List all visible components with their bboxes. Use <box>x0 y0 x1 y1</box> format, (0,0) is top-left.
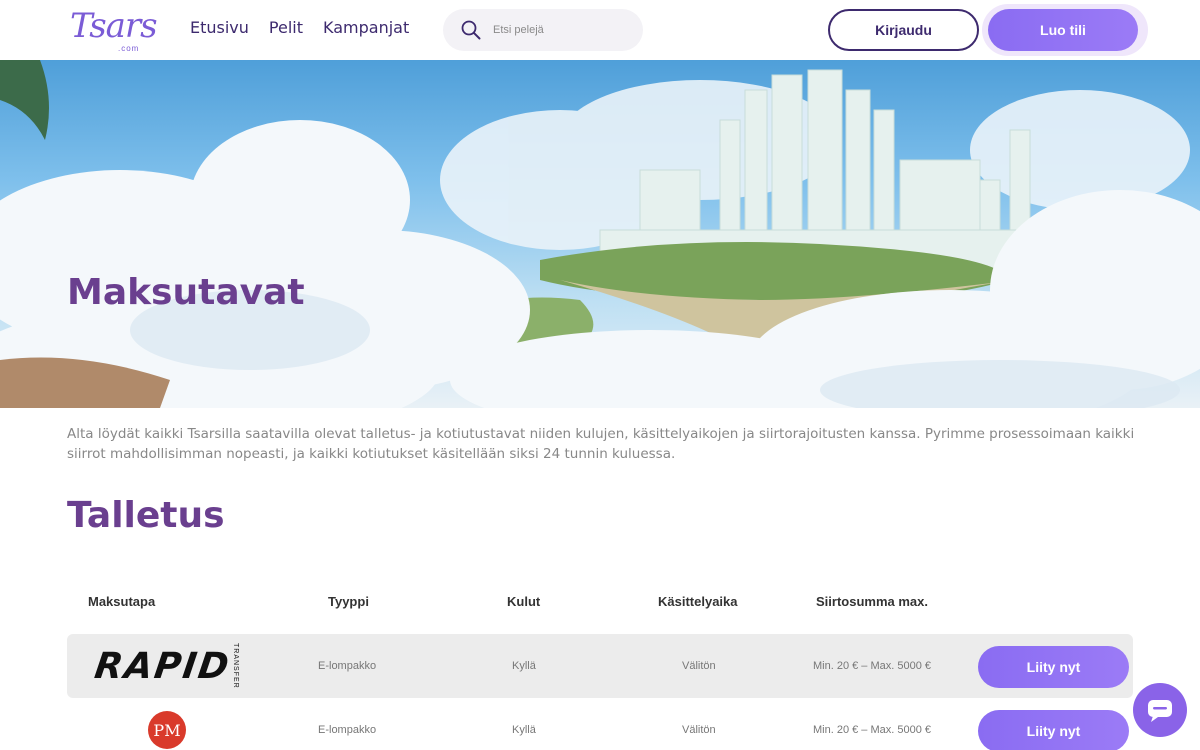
cell-type: E-lompakko <box>318 724 377 736</box>
hero-illustration <box>0 60 1200 408</box>
table-row: PM E-lompakko Kyllä Välitön Min. 20 € – … <box>67 698 1133 750</box>
cell-limits: Min. 20 € – Max. 5000 € <box>813 660 932 672</box>
cell-processing-time: Välitön <box>682 724 716 736</box>
hero-banner: Maksutavat <box>0 60 1200 408</box>
cell-type: E-lompakko <box>318 660 377 672</box>
deposit-section-title: Talletus <box>67 495 225 536</box>
column-header-type: Tyyppi <box>328 594 369 609</box>
search-icon <box>461 20 481 40</box>
rapid-logo-sub: TRANSFER <box>232 643 240 689</box>
cell-processing-time: Välitön <box>682 660 716 672</box>
chat-button[interactable] <box>1133 683 1187 737</box>
search-input[interactable] <box>493 19 633 41</box>
rapid-transfer-logo: RAPID TRANSFER <box>67 634 267 698</box>
nav-item-pelit[interactable]: Pelit <box>269 18 303 37</box>
nav-item-etusivu[interactable]: Etusivu <box>190 18 249 37</box>
deposit-table-header: Maksutapa Tyyppi Kulut Käsittelyaika Sii… <box>67 594 1133 614</box>
page-title: Maksutavat <box>67 272 305 313</box>
rapid-logo-text: RAPID <box>91 645 234 687</box>
register-button[interactable]: Luo tili <box>988 9 1138 51</box>
register-button-halo: Luo tili <box>982 4 1148 56</box>
column-header-payment-method: Maksutapa <box>88 594 156 609</box>
cell-fees: Kyllä <box>512 660 536 672</box>
chat-icon <box>1148 700 1172 722</box>
join-now-button[interactable]: Liity nyt <box>978 710 1129 750</box>
search-box[interactable] <box>443 9 643 51</box>
main-nav: Etusivu Pelit Kampanjat <box>190 18 409 37</box>
table-row: RAPID TRANSFER E-lompakko Kyllä Välitön … <box>67 634 1133 698</box>
column-header-fees: Kulut <box>507 594 541 609</box>
column-header-processing-time: Käsittelyaika <box>658 594 738 609</box>
logo-sub: .com <box>118 44 140 53</box>
nav-item-kampanjat[interactable]: Kampanjat <box>323 18 409 37</box>
cell-limits: Min. 20 € – Max. 5000 € <box>813 724 932 736</box>
login-button[interactable]: Kirjaudu <box>828 9 979 51</box>
site-header: Tsars .com Etusivu Pelit Kampanjat Kirja… <box>0 0 1200 60</box>
column-header-limits: Siirtosumma max. <box>816 594 928 609</box>
perfect-money-logo: PM <box>67 698 267 750</box>
logo-text: Tsars <box>70 6 158 46</box>
site-logo[interactable]: Tsars .com <box>70 6 160 54</box>
cell-fees: Kyllä <box>512 724 536 736</box>
join-now-button[interactable]: Liity nyt <box>978 646 1129 688</box>
intro-text: Alta löydät kaikki Tsarsilla saatavilla … <box>67 426 1135 462</box>
pm-logo-text: PM <box>148 711 186 749</box>
